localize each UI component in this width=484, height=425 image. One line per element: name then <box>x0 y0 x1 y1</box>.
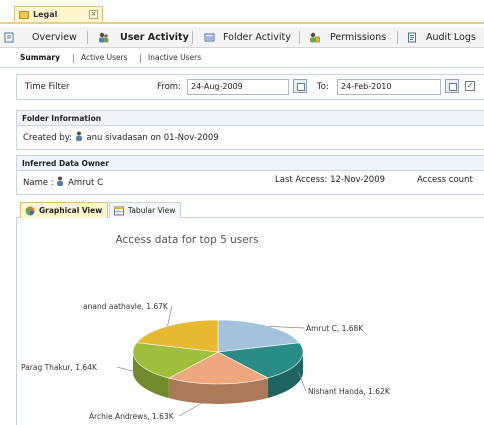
owner-name-label: Name : <box>23 178 54 188</box>
tab-user-activity-label: User Activity <box>120 32 189 43</box>
tab-tabular-view[interactable]: Tabular View <box>109 202 182 218</box>
folder-information-panel: Folder Information Created by: anu sivad… <box>16 110 484 150</box>
from-date-field[interactable]: 24-Aug-2009 <box>187 79 289 95</box>
pie-label-1: Nishant Handa, 1.62K <box>308 387 391 396</box>
subtab-summary[interactable]: Summary <box>20 48 60 68</box>
document-tab-underline <box>0 22 484 24</box>
tab-graphical-view[interactable]: Graphical View <box>20 202 109 218</box>
folder-icon <box>19 11 29 19</box>
tab-audit-logs-label: Audit Logs <box>426 32 476 43</box>
sub-tab-strip: Summary Active Users Inactive Users <box>0 48 484 68</box>
time-filter-panel: Time Filter From: 24-Aug-2009 To: 24-Feb… <box>16 74 484 100</box>
tab-separator <box>87 31 88 44</box>
pie-label-0: Amrut C, 1.68K <box>306 324 364 333</box>
pie-chart-icon <box>25 206 35 216</box>
table-icon <box>114 206 124 216</box>
pie-leader-line-4 <box>167 305 173 327</box>
tab-tabular-view-label: Tabular View <box>128 206 176 215</box>
close-icon[interactable]: × <box>89 10 98 19</box>
subtab-separator <box>140 54 141 63</box>
tab-separator <box>299 31 300 44</box>
overview-icon <box>4 32 14 43</box>
subtab-inactive-users[interactable]: Inactive Users <box>148 48 201 68</box>
created-by-user[interactable]: anu sivadasan <box>86 133 147 143</box>
user-icon <box>75 131 82 141</box>
pie-label-2: Archie Andrews, 1.63K <box>89 412 175 421</box>
tab-graphical-view-label: Graphical View <box>39 206 103 215</box>
tab-overview-label: Overview <box>32 32 77 43</box>
from-calendar-icon[interactable] <box>293 79 307 93</box>
document-tab-bar: Legal × <box>0 0 484 26</box>
access-count-label: Access count <box>417 175 473 185</box>
logs-icon <box>408 32 416 43</box>
subtab-active-users[interactable]: Active Users <box>81 48 128 68</box>
folder-information-header: Folder Information <box>17 111 484 126</box>
folder-activity-icon <box>204 33 215 42</box>
inferred-owner-header: Inferred Data Owner <box>17 156 484 171</box>
view-tab-strip: Graphical View Tabular View <box>16 200 484 218</box>
owner-name-value[interactable]: Amrut C <box>68 178 103 188</box>
tab-folder-activity-label: Folder Activity <box>223 32 291 43</box>
main-tab-strip: Overview User Activity Folder Activity P… <box>0 27 484 48</box>
inferred-owner-panel: Inferred Data Owner Name : Amrut C Last … <box>16 155 484 195</box>
tab-separator <box>192 31 193 44</box>
pie-chart: Amrut C, 1.68K Nishant Handa, 1.62K Archie… <box>21 302 391 421</box>
filter-checkbox[interactable]: ✓ <box>465 81 475 91</box>
tab-separator <box>397 31 398 44</box>
created-on-date: on 01-Nov-2009 <box>150 133 219 143</box>
tab-permissions-label: Permissions <box>330 32 387 43</box>
to-date-field[interactable]: 24-Feb-2010 <box>337 79 441 95</box>
document-tab-legal[interactable]: Legal × <box>14 6 103 23</box>
time-filter-label: Time Filter <box>25 82 70 92</box>
subtab-separator <box>73 54 74 63</box>
permissions-icon <box>310 32 320 43</box>
to-label: To: <box>317 82 329 92</box>
last-access: Last Access: 12-Nov-2009 <box>275 175 386 185</box>
pie-label-3: Parag Thakur, 1.64K <box>21 363 98 372</box>
owner-name-row: Name : Amrut C <box>23 175 103 188</box>
document-tab-label: Legal <box>33 10 58 19</box>
created-by-label: Created by: <box>23 133 73 143</box>
pie-label-4: anand aathavle, 1.67K <box>83 302 169 311</box>
users-icon <box>99 32 109 43</box>
to-calendar-icon[interactable] <box>445 79 459 93</box>
from-label: From: <box>157 82 181 92</box>
created-by-row: Created by: anu sivadasan on 01-Nov-2009 <box>23 130 219 143</box>
chart-panel: Access data for top 5 users Amrut C, 1.6… <box>16 218 484 425</box>
user-icon <box>57 176 64 186</box>
